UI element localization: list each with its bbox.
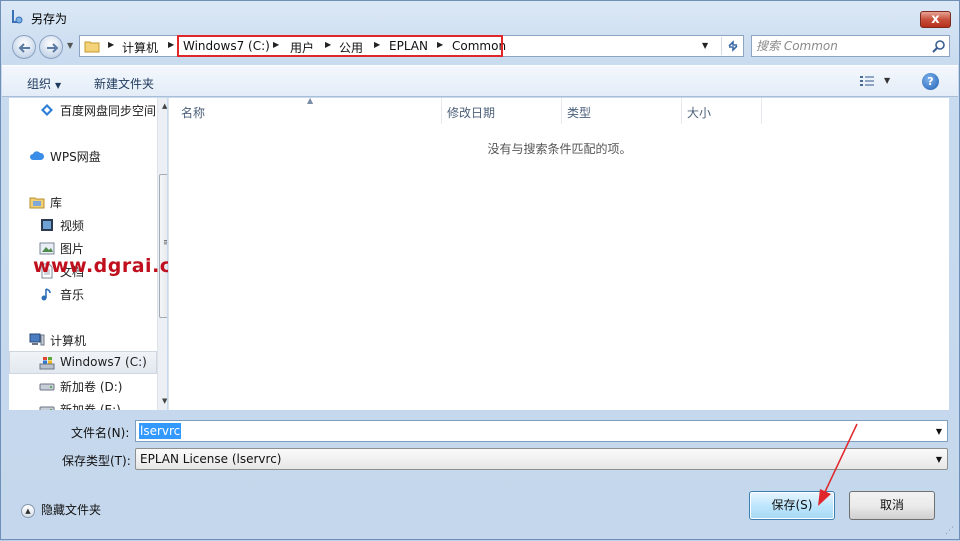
chevron-down-icon[interactable]: ▼ <box>936 427 942 436</box>
nav-item-label: 新加卷 (D:) <box>60 380 123 394</box>
nav-item-label: 库 <box>50 196 63 210</box>
hide-folders-label: 隐藏文件夹 <box>41 503 102 517</box>
column-header-date[interactable]: 修改日期 <box>435 98 555 124</box>
navigation-pane: 百度网盘同步空间 WPS网盘 库 视频 图片 文档 音乐 计算机 Windows… <box>9 98 167 410</box>
title-bar: 另存为 x <box>1 1 959 31</box>
app-icon <box>12 10 23 24</box>
save-button[interactable]: 保存(S) <box>749 491 835 520</box>
music-icon <box>41 288 51 301</box>
column-label: 修改日期 <box>447 106 496 120</box>
chevron-up-icon: ▲ <box>21 503 35 518</box>
folder-icon <box>84 41 100 53</box>
filename-input[interactable]: lservrc ▼ <box>135 420 948 442</box>
column-label: 名称 <box>181 106 206 120</box>
chevron-down-icon: ▼ <box>55 81 62 90</box>
view-dropdown-icon[interactable]: ▼ <box>884 76 890 85</box>
nav-item-label: 新加卷 (E:) <box>60 403 121 410</box>
nav-item-drive-e[interactable]: 新加卷 (E:) <box>39 398 157 410</box>
filename-value[interactable]: lservrc <box>139 423 182 439</box>
arrow-right-icon <box>47 43 59 53</box>
refresh-icon <box>728 40 738 52</box>
filetype-value: EPLAN License (lservrc) <box>140 452 282 466</box>
nav-item-label: WPS网盘 <box>50 150 101 164</box>
nav-item-label: 百度网盘同步空间 <box>60 104 157 118</box>
picture-icon <box>39 242 55 255</box>
save-form: 文件名(N): lservrc ▼ 保存类型(T): EPLAN License… <box>2 411 958 481</box>
nav-item-drive-c[interactable]: Windows7 (C:) <box>9 351 157 374</box>
refresh-button[interactable] <box>721 37 743 55</box>
hide-folders-button[interactable]: ▲ 隐藏文件夹 <box>21 501 101 518</box>
file-list[interactable]: 名称 ▲ 修改日期 类型 大小 没有与搜索条件匹配的项。 <box>168 96 949 410</box>
computer-icon <box>29 333 45 346</box>
scroll-thumb[interactable]: ≡ <box>159 174 167 318</box>
chevron-right-icon[interactable]: ▶ <box>168 40 174 49</box>
scroll-up-icon[interactable]: ▲ <box>162 102 167 110</box>
scroll-down-icon[interactable]: ▼ <box>162 397 167 405</box>
drive-icon <box>39 383 55 391</box>
search-icon[interactable] <box>932 39 946 53</box>
nav-item-label: 音乐 <box>60 288 85 302</box>
address-dropdown-icon[interactable]: ▼ <box>702 41 708 50</box>
column-divider[interactable] <box>761 98 762 124</box>
baidu-sync-icon <box>41 104 53 116</box>
toolbar: 组织 ▼ 新建文件夹 ▼ ? <box>2 65 958 97</box>
grip-icon: ≡ <box>163 238 167 248</box>
column-label: 类型 <box>567 106 592 120</box>
library-icon <box>29 197 45 209</box>
nav-item-videos[interactable]: 视频 <box>39 214 157 236</box>
nav-item-computer[interactable]: 计算机 <box>29 329 157 351</box>
back-button[interactable] <box>12 35 36 59</box>
empty-message: 没有与搜索条件匹配的项。 <box>487 142 632 156</box>
chevron-right-icon[interactable]: ▶ <box>108 40 114 49</box>
window-title: 另存为 <box>31 12 68 26</box>
nav-item-label: 视频 <box>60 219 85 233</box>
recent-pages-dropdown-icon[interactable]: ▼ <box>67 41 73 50</box>
nav-item-label: 计算机 <box>50 334 87 348</box>
windows-drive-icon <box>39 357 55 370</box>
nav-item-wps-cloud[interactable]: WPS网盘 <box>29 145 157 167</box>
filetype-label: 保存类型(T): <box>62 454 131 468</box>
sort-ascending-icon: ▲ <box>307 96 314 105</box>
search-input[interactable] <box>754 37 924 55</box>
nav-item-label: Windows7 (C:) <box>60 355 147 369</box>
nav-scrollbar[interactable]: ▲ ≡ ▼ <box>157 98 167 410</box>
search-box[interactable] <box>751 35 950 57</box>
help-icon[interactable]: ? <box>922 73 939 90</box>
nav-item-music[interactable]: 音乐 <box>39 283 157 305</box>
video-icon <box>41 219 53 231</box>
nav-item-baidu-sync[interactable]: 百度网盘同步空间 <box>39 99 157 121</box>
nav-item-libraries[interactable]: 库 <box>29 191 157 213</box>
cancel-button[interactable]: 取消 <box>849 491 935 520</box>
filetype-select[interactable]: EPLAN License (lservrc) ▼ <box>135 448 948 470</box>
arrow-left-icon <box>18 43 30 53</box>
resize-grip-icon[interactable]: ⋰ <box>945 526 954 536</box>
save-as-dialog: 另存为 x ▼ ▶ 计算机 ▶ Windows7 (C:) ▶ 用户 ▶ 公用 … <box>0 0 960 540</box>
forward-button[interactable] <box>39 35 63 59</box>
drive-icon <box>39 406 55 410</box>
view-options-icon[interactable] <box>859 75 875 87</box>
nav-item-drive-d[interactable]: 新加卷 (D:) <box>39 375 157 397</box>
chevron-down-icon[interactable]: ▼ <box>936 455 942 464</box>
organize-label: 组织 <box>27 77 52 91</box>
address-bar[interactable]: ▶ 计算机 ▶ Windows7 (C:) ▶ 用户 ▶ 公用 ▶ EPLAN … <box>79 35 744 57</box>
column-label: 大小 <box>687 106 712 120</box>
breadcrumb-computer[interactable]: 计算机 <box>122 39 158 56</box>
column-header-name[interactable]: 名称 ▲ <box>169 96 441 124</box>
column-header-size[interactable]: 大小 <box>675 98 755 124</box>
filename-label: 文件名(N): <box>71 426 130 440</box>
close-button[interactable]: x <box>920 11 951 28</box>
close-icon: x <box>931 12 940 27</box>
cloud-icon <box>30 151 45 160</box>
new-folder-button[interactable]: 新建文件夹 <box>94 75 154 92</box>
path-highlight-box <box>177 35 503 57</box>
organize-button[interactable]: 组织 ▼ <box>27 75 61 92</box>
column-header-type[interactable]: 类型 <box>555 98 675 124</box>
